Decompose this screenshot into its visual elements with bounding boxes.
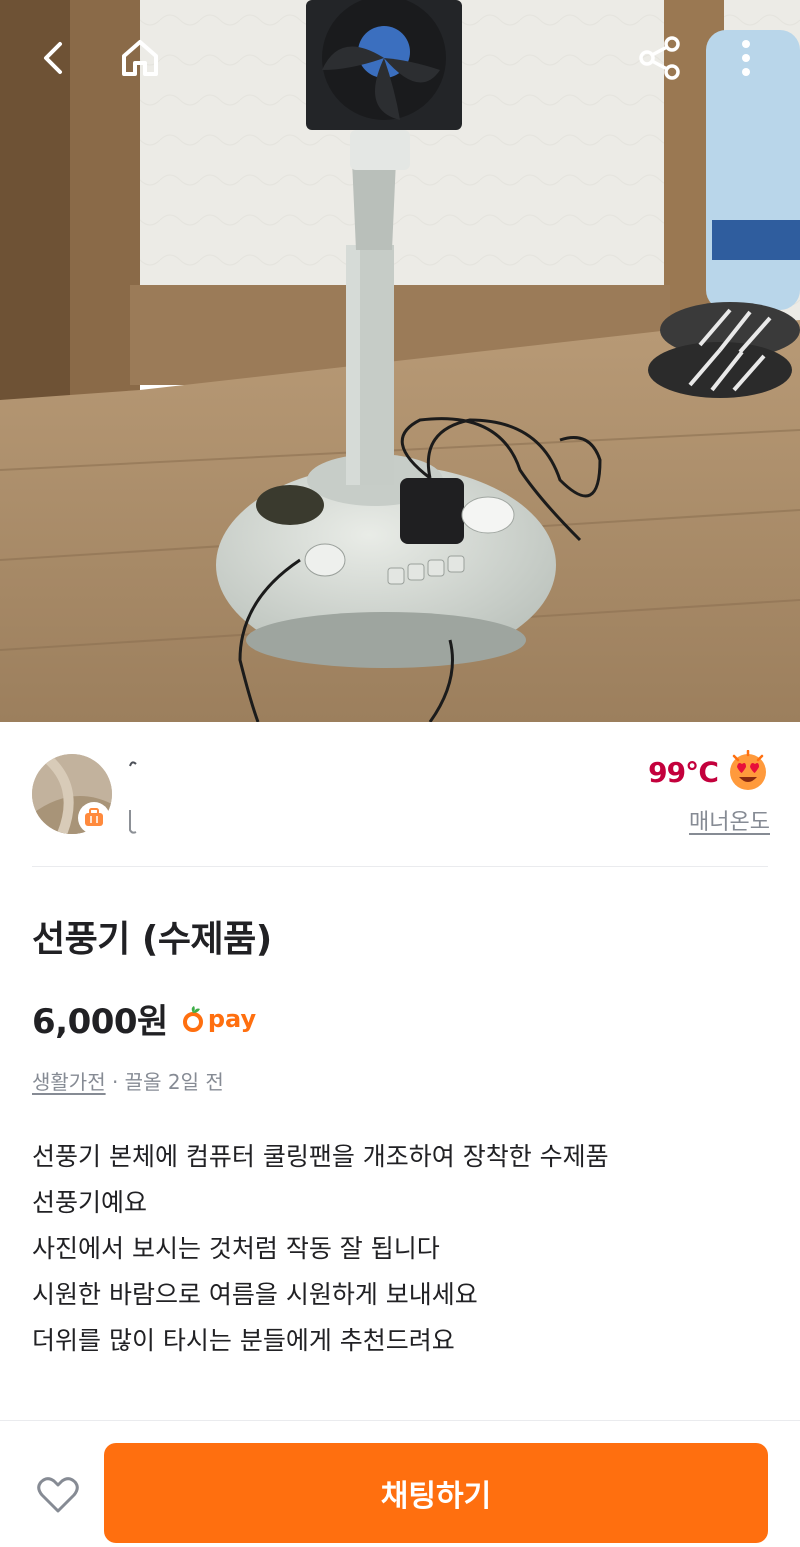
share-icon: [639, 36, 680, 80]
bottom-action-bar: 채팅하기: [0, 1420, 800, 1547]
seller-profile[interactable]: 99℃ 매너온도: [0, 722, 800, 868]
product-description: 선풍기 본체에 컴퓨터 쿨링팬을 개조하여 장착한 수제품 선풍기예요 사진에서…: [32, 1134, 772, 1364]
product-photo[interactable]: [0, 0, 800, 722]
product-price: 6,000원: [32, 1002, 168, 1042]
top-bar: [0, 0, 800, 116]
home-icon: [122, 40, 158, 76]
description-line: 사진에서 보시는 것처럼 작동 잘 됩니다: [32, 1234, 440, 1263]
description-line: 선풍기 본체에 컴퓨터 쿨링팬을 개조하여 장착한 수제품: [32, 1142, 609, 1171]
back-button[interactable]: [26, 30, 82, 86]
description-line: 시원한 바람으로 여름을 시원하게 보내세요: [32, 1280, 478, 1309]
redacted-name: [126, 752, 206, 792]
redaction-mark: [129, 810, 137, 834]
share-button[interactable]: [632, 30, 688, 86]
redaction-mark: [129, 761, 137, 767]
temperature-row: 99℃: [648, 750, 770, 794]
temperature-value: 99℃: [648, 755, 719, 789]
manner-temperature-label: 매너온도: [689, 810, 770, 835]
more-button[interactable]: [718, 30, 774, 86]
divider: [32, 866, 768, 867]
more-vertical-icon: [742, 40, 750, 76]
carrot-pay-icon: [182, 1005, 203, 1032]
category-link[interactable]: 생활가전: [32, 1070, 106, 1094]
home-button[interactable]: [112, 30, 168, 86]
suitcase-icon: [85, 808, 103, 826]
pay-label: pay: [207, 1004, 257, 1033]
description-line: 더위를 많이 타시는 분들에게 추천드려요: [32, 1326, 455, 1355]
time-ago: · 끌올 2일 전: [105, 1070, 224, 1094]
heart-outline-icon: [37, 1477, 79, 1513]
product-title: 선풍기 (수제품): [32, 919, 272, 960]
seller-badge: [78, 802, 110, 834]
like-button[interactable]: [32, 1471, 84, 1519]
price-row: 6,000원 pay: [32, 994, 256, 1043]
product-meta: 생활가전 · 끌올 2일 전: [32, 1066, 224, 1095]
chevron-left-icon: [44, 42, 62, 74]
redacted-location: [126, 800, 246, 840]
manner-temperature[interactable]: 99℃ 매너온도: [648, 750, 770, 836]
description-line: 선풍기예요: [32, 1188, 148, 1217]
heart-eyes-emoji-icon: [730, 750, 766, 790]
pay-badge: pay: [182, 1005, 256, 1033]
chat-button[interactable]: 채팅하기: [104, 1443, 768, 1543]
